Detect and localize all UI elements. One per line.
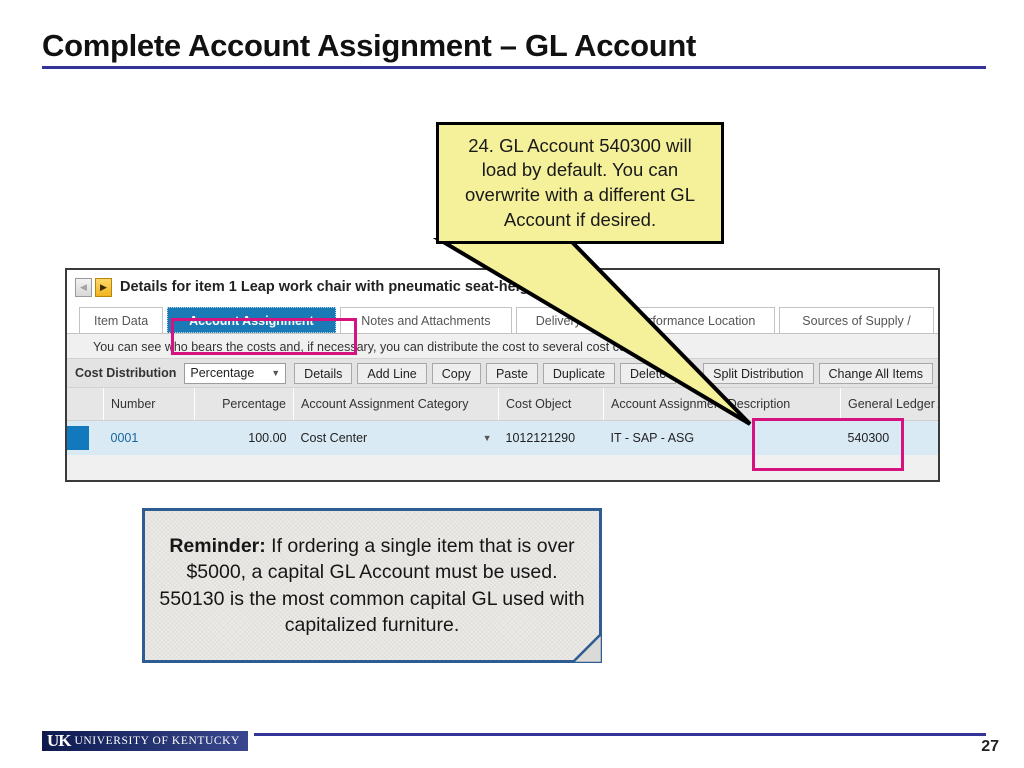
title-underline <box>42 66 986 69</box>
cell-percentage[interactable]: 100.00 <box>194 420 294 455</box>
copy-button[interactable]: Copy <box>431 362 481 384</box>
details-button[interactable]: Details <box>294 362 353 384</box>
folded-corner-icon <box>572 633 602 663</box>
table-row[interactable]: 0001 100.00 Cost Center ▼ 1012121290 IT … <box>67 420 938 455</box>
table-header-row: Number Percentage Account Assignment Cat… <box>67 388 938 421</box>
cell-cost-object[interactable]: 1012121290 <box>498 420 604 455</box>
account-assignment-pane: You can see who bears the costs and, if … <box>67 333 938 480</box>
cell-category-value: Cost Center <box>300 431 368 445</box>
paste-button[interactable]: Paste <box>485 362 538 384</box>
previous-item-icon[interactable]: ◀ <box>75 277 92 297</box>
change-all-items-button[interactable]: Change All Items <box>818 362 933 384</box>
column-header-percentage[interactable]: Percentage <box>194 388 294 421</box>
tab-item-data[interactable]: Item Data <box>79 307 164 333</box>
cost-distribution-table: Number Percentage Account Assignment Cat… <box>67 388 938 455</box>
page-number: 27 <box>981 738 999 755</box>
reminder-note: Reminder: If ordering a single item that… <box>142 508 602 663</box>
cell-account-assignment-description: IT - SAP - ASG <box>603 420 841 455</box>
cell-number: 0001 <box>103 420 195 455</box>
next-item-icon[interactable]: ▶ <box>95 277 112 297</box>
tab-delivery-address[interactable]: Delivery Address/Performance Location <box>516 307 775 333</box>
duplicate-button[interactable]: Duplicate <box>542 362 616 384</box>
split-distribution-button[interactable]: Split Distribution <box>703 362 814 384</box>
sap-header-bar: ◀ ▶ Details for item 1 Leap work chair w… <box>67 270 938 304</box>
delete-button[interactable]: Delete <box>620 362 677 384</box>
university-of-kentucky-logo: UK UNIVERSITY OF KENTUCKY <box>42 731 248 751</box>
row-marker-header <box>67 388 104 421</box>
column-header-cost-object[interactable]: Cost Object <box>498 388 604 421</box>
column-header-account-assignment-description[interactable]: Account Assignment Description <box>603 388 841 421</box>
cell-account-assignment-category[interactable]: Cost Center ▼ <box>293 420 499 455</box>
callout-text: 24. GL Account 540300 will load by defau… <box>465 134 695 230</box>
cost-distribution-toolbar: Cost Distribution Percentage ▼ Details A… <box>67 358 938 388</box>
row-selection-marker[interactable] <box>67 420 104 455</box>
uk-monogram: UK <box>47 731 71 750</box>
footer-rule <box>254 733 986 736</box>
tab-sources-of-supply[interactable]: Sources of Supply / <box>778 307 934 333</box>
uk-wordmark: UNIVERSITY OF KENTUCKY <box>74 735 240 747</box>
cell-general-ledger-account[interactable]: 540300 <box>840 420 938 455</box>
chevron-down-icon: ▼ <box>271 368 281 378</box>
item-details-title: Details for item 1 Leap work chair with … <box>120 279 529 295</box>
tab-account-assignment[interactable]: Account Assignment <box>167 307 336 333</box>
chevron-down-icon[interactable]: ▼ <box>483 433 492 443</box>
tab-notes-and-attachments[interactable]: Notes and Attachments <box>339 307 513 333</box>
column-header-number[interactable]: Number <box>103 388 195 421</box>
reminder-label: Reminder: <box>169 535 266 558</box>
column-header-account-assignment-category[interactable]: Account Assignment Category <box>293 388 499 421</box>
page-title: Complete Account Assignment – GL Account <box>42 28 697 63</box>
sap-screenshot-panel: ◀ ▶ Details for item 1 Leap work chair w… <box>65 268 940 482</box>
add-line-button[interactable]: Add Line <box>357 362 427 384</box>
detail-tab-strip: Item Data Account Assignment Notes and A… <box>67 304 938 333</box>
cost-distribution-value: Percentage <box>190 366 255 380</box>
column-header-general-ledger-account[interactable]: General Ledger Account <box>840 388 938 421</box>
cost-distribution-select[interactable]: Percentage ▼ <box>184 362 287 384</box>
cost-distribution-label: Cost Distribution <box>75 366 177 380</box>
instruction-callout: 24. GL Account 540300 will load by defau… <box>436 122 724 244</box>
reminder-text: Reminder: If ordering a single item that… <box>145 533 599 638</box>
cost-distribution-hint: You can see who bears the costs and, if … <box>67 334 938 358</box>
